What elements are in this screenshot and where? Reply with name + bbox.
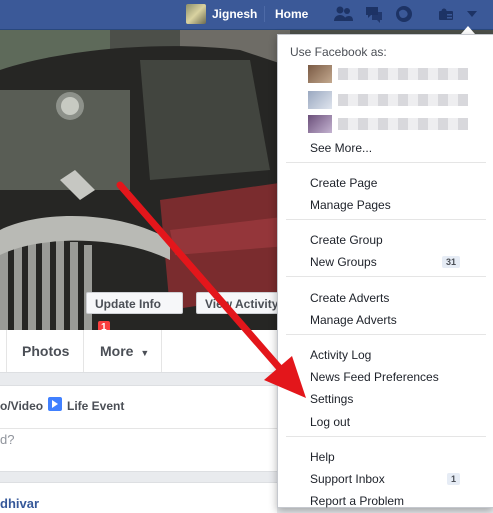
menu-item-help[interactable]: Help <box>310 450 335 464</box>
use-facebook-as-heading: Use Facebook as: <box>290 45 387 59</box>
feed-post <box>0 482 277 513</box>
tab-more-label: More <box>100 343 134 359</box>
caret-down-icon: ▼ <box>140 348 150 358</box>
home-link[interactable]: Home <box>275 7 308 21</box>
menu-item-new-groups[interactable]: New Groups <box>310 255 377 269</box>
menu-item-log-out[interactable]: Log out <box>310 415 350 429</box>
menu-item-activity-log[interactable]: Activity Log <box>310 348 371 362</box>
blurred-page-name <box>338 118 468 130</box>
notifications-icon[interactable] <box>394 5 414 23</box>
menu-item-manage-pages[interactable]: Manage Pages <box>310 198 391 212</box>
view-activity-button[interactable]: View Activity <box>196 292 286 314</box>
menu-divider <box>286 436 486 437</box>
menu-item-settings[interactable]: Settings <box>310 392 353 406</box>
profile-link[interactable]: Jignesh <box>212 7 257 21</box>
update-info-button[interactable]: Update Info 1 <box>86 292 183 330</box>
support-inbox-count-badge: 1 <box>447 473 461 485</box>
top-navigation-bar: Jignesh Home <box>0 0 493 30</box>
page-thumbnail <box>308 91 332 109</box>
messages-icon[interactable] <box>364 5 384 23</box>
account-dropdown-menu: Use Facebook as: See More... Create Page… <box>277 34 493 508</box>
menu-item-report-a-problem[interactable]: Report a Problem <box>310 494 404 508</box>
friend-requests-icon[interactable] <box>333 5 353 23</box>
menu-divider <box>286 276 486 277</box>
life-event-link[interactable]: Life Event <box>67 399 124 413</box>
see-more-link[interactable]: See More... <box>310 141 372 155</box>
composer-divider <box>0 428 277 429</box>
tab-divider <box>6 330 7 372</box>
blurred-page-name <box>338 94 468 106</box>
account-menu-icon[interactable] <box>465 9 485 27</box>
tab-divider <box>161 330 162 372</box>
composer-input[interactable]: d? <box>0 432 14 447</box>
page-thumbnail <box>308 65 332 83</box>
page-account-item[interactable] <box>308 115 468 133</box>
view-activity-label: View Activity <box>205 297 279 311</box>
new-groups-count-badge: 31 <box>442 256 461 268</box>
menu-divider <box>286 219 486 220</box>
page-account-item[interactable] <box>308 65 468 83</box>
photo-video-link[interactable]: o/Video <box>0 399 43 413</box>
menu-divider <box>286 162 486 163</box>
nav-divider <box>264 6 265 22</box>
post-author-link[interactable]: dhivar <box>0 496 39 511</box>
update-info-label: Update Info <box>95 297 161 311</box>
menu-item-create-adverts[interactable]: Create Adverts <box>310 291 389 305</box>
privacy-shortcuts-icon[interactable] <box>437 5 457 23</box>
blurred-page-name <box>338 68 468 80</box>
menu-item-manage-adverts[interactable]: Manage Adverts <box>310 313 397 327</box>
tab-more[interactable]: More ▼ <box>100 343 149 359</box>
update-info-badge: 1 <box>98 321 110 330</box>
life-event-icon <box>48 397 62 411</box>
menu-item-news-feed-preferences[interactable]: News Feed Preferences <box>310 370 439 384</box>
menu-item-support-inbox[interactable]: Support Inbox <box>310 472 385 486</box>
avatar[interactable] <box>186 4 206 24</box>
page-thumbnail <box>308 115 332 133</box>
tab-divider <box>83 330 84 372</box>
tab-photos[interactable]: Photos <box>22 343 69 359</box>
menu-item-create-group[interactable]: Create Group <box>310 233 383 247</box>
menu-item-create-page[interactable]: Create Page <box>310 176 377 190</box>
menu-divider <box>286 334 486 335</box>
menu-caret <box>461 26 475 34</box>
page-account-item[interactable] <box>308 91 468 109</box>
